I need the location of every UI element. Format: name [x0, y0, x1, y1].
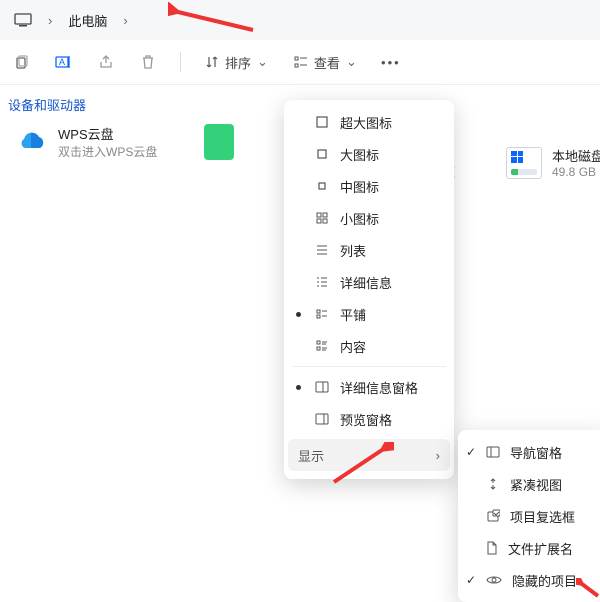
toolbar: A 排序 ⌄ 查看 ⌄ •••	[0, 40, 600, 85]
view-menu: 超大图标 大图标 中图标 小图标 列表 详细信息 平铺 内容 详细信息窗格 预览…	[284, 100, 454, 479]
nav-pane[interactable]: ✓导航窗格	[458, 436, 600, 468]
preview-pane-icon	[314, 413, 330, 425]
item-checkboxes[interactable]: 项目复选框	[458, 500, 600, 532]
chevron-down-icon: ⌄	[257, 54, 268, 70]
svg-text:A: A	[59, 57, 65, 67]
large-icon	[314, 147, 330, 161]
compact-view[interactable]: 紧凑视图	[458, 468, 600, 500]
view-large[interactable]: 大图标	[284, 138, 454, 170]
view-extra-large[interactable]: 超大图标	[284, 106, 454, 138]
share-icon[interactable]	[92, 48, 120, 76]
show-menu: ✓导航窗格 紧凑视图 项目复选框 文件扩展名 ✓隐藏的项目	[458, 430, 600, 602]
view-label: 查看	[314, 53, 340, 72]
check-icon: ✓	[466, 573, 476, 587]
medium-icon	[314, 179, 330, 193]
tiles-icon	[314, 307, 330, 321]
chevron-down-icon: ⌄	[346, 54, 357, 70]
view-small[interactable]: 小图标	[284, 202, 454, 234]
preview-pane[interactable]: 预览窗格	[284, 403, 454, 435]
pc-icon[interactable]	[6, 9, 40, 31]
chevron-right-icon[interactable]: ›	[40, 9, 60, 32]
sort-dropdown[interactable]: 排序 ⌄	[199, 49, 274, 76]
small-icon	[314, 211, 330, 225]
checkbox-icon	[486, 509, 500, 523]
view-list[interactable]: 列表	[284, 234, 454, 266]
selected-dot	[296, 312, 301, 317]
drive-partial[interactable]	[204, 124, 244, 160]
rename-icon[interactable]: A	[50, 48, 78, 76]
nav-pane-icon	[486, 446, 500, 458]
separator	[292, 366, 446, 367]
drive-sub: 49.8 GB	[552, 165, 600, 179]
details-icon	[314, 275, 330, 289]
file-extensions[interactable]: 文件扩展名	[458, 532, 600, 564]
view-tiles[interactable]: 平铺	[284, 298, 454, 330]
delete-icon[interactable]	[134, 48, 162, 76]
view-icon	[294, 55, 308, 69]
more-icon[interactable]: •••	[377, 48, 405, 76]
copy-icon[interactable]	[8, 48, 36, 76]
sort-label: 排序	[225, 53, 251, 72]
show-submenu[interactable]: 显示 ›	[288, 439, 450, 471]
view-content[interactable]: 内容	[284, 330, 454, 362]
drive-title: 本地磁盘	[552, 146, 600, 165]
breadcrumb-this-pc[interactable]: 此电脑	[60, 7, 115, 34]
show-label: 显示	[298, 446, 324, 465]
drive-local[interactable]: 本地磁盘 49.8 GB	[506, 146, 600, 179]
view-dropdown[interactable]: 查看 ⌄	[288, 49, 363, 76]
details-pane[interactable]: 详细信息窗格	[284, 371, 454, 403]
details-pane-icon	[314, 381, 330, 393]
cloud-icon	[14, 128, 48, 156]
hidden-items[interactable]: ✓隐藏的项目	[458, 564, 600, 596]
separator	[180, 52, 181, 72]
green-tile-icon	[204, 124, 234, 160]
view-details[interactable]: 详细信息	[284, 266, 454, 298]
content-icon	[314, 339, 330, 353]
drive-wps[interactable]: WPS云盘 双击进入WPS云盘	[14, 124, 184, 160]
chevron-right-icon: ›	[436, 448, 440, 463]
file-icon	[486, 541, 498, 555]
list-icon	[314, 243, 330, 257]
drive-title: WPS云盘	[58, 124, 157, 143]
check-icon: ✓	[466, 445, 476, 459]
compact-icon	[486, 477, 500, 491]
selected-dot	[296, 385, 301, 390]
drive-icon	[506, 147, 542, 179]
drive-sub: 双击进入WPS云盘	[58, 143, 157, 160]
view-medium[interactable]: 中图标	[284, 170, 454, 202]
eye-icon	[486, 574, 502, 586]
extra-large-icon	[314, 115, 330, 129]
sort-icon	[205, 55, 219, 69]
chevron-right-icon[interactable]: ›	[115, 9, 135, 32]
breadcrumb[interactable]: › 此电脑 ›	[0, 0, 600, 40]
